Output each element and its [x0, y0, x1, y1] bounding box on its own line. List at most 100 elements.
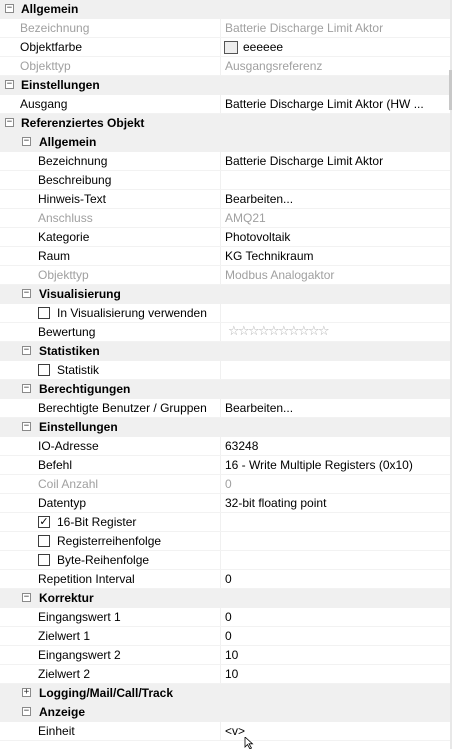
prop-name: Datentyp [38, 496, 87, 510]
collapse-icon[interactable]: − [5, 80, 14, 89]
prop-ref-raum[interactable]: Raum KG Technikraum [0, 247, 450, 266]
prop-ausgang[interactable]: Ausgang Batterie Discharge Limit Aktor (… [0, 95, 450, 114]
registerreihenfolge-checkbox[interactable] [38, 535, 50, 547]
collapse-icon[interactable]: − [22, 346, 31, 355]
star-icon[interactable]: ☆ [318, 324, 330, 339]
subcategory-allgemein[interactable]: − Allgemein [0, 133, 450, 152]
prop-berechtigte-benutzer[interactable]: Berechtigte Benutzer / Gruppen Bearbeite… [0, 399, 450, 418]
prop-name: Hinweis-Text [38, 192, 107, 206]
prop-value: 0 [225, 477, 232, 491]
category-label: Einstellungen [21, 78, 100, 92]
edit-link[interactable]: Bearbeiten... [225, 401, 435, 415]
category-label: Einstellungen [39, 420, 118, 434]
prop-bezeichnung[interactable]: Bezeichnung Batterie Discharge Limit Akt… [0, 19, 450, 38]
prop-statistik[interactable]: Statistik [0, 361, 450, 380]
star-icon[interactable]: ☆ [298, 324, 310, 339]
category-referenziertes-objekt[interactable]: − Referenziertes Objekt [0, 114, 450, 133]
prop-name: Kategorie [38, 230, 90, 244]
prop-repetition-interval[interactable]: Repetition Interval 0 [0, 570, 450, 589]
collapse-icon[interactable]: − [22, 137, 31, 146]
prop-ref-objekttyp[interactable]: Objekttyp Modbus Analogaktor [0, 266, 450, 285]
prop-name: Bezeichnung [20, 21, 90, 35]
star-icon[interactable]: ☆ [248, 324, 260, 339]
checkbox-label: In Visualisierung verwenden [57, 306, 207, 320]
collapse-icon[interactable]: − [22, 384, 31, 393]
prop-value[interactable]: 10 [225, 667, 435, 681]
prop-byte-reihenfolge[interactable]: Byte-Reihenfolge [0, 551, 450, 570]
rating-stars[interactable]: ☆ ☆ ☆ ☆ ☆ ☆ ☆ ☆ ☆ ☆ [228, 324, 330, 339]
category-label: Berechtigungen [39, 382, 131, 396]
prop-value[interactable]: KG Technikraum [225, 249, 435, 263]
edit-link[interactable]: Bearbeiten... [225, 192, 435, 206]
subcategory-berechtigungen[interactable]: − Berechtigungen [0, 380, 450, 399]
prop-value[interactable]: Batterie Discharge Limit Aktor [225, 154, 435, 168]
category-label: Allgemein [39, 135, 97, 149]
prop-value[interactable]: 32-bit floating point [225, 496, 435, 510]
category-label: Korrektur [39, 591, 94, 605]
checkbox-label: Registerreihenfolge [57, 534, 162, 548]
prop-eingangswert-2[interactable]: Eingangswert 2 10 [0, 646, 450, 665]
collapse-icon[interactable]: − [22, 422, 31, 431]
category-allgemein[interactable]: − Allgemein [0, 0, 450, 19]
prop-value[interactable]: 10 [225, 648, 435, 662]
prop-value[interactable]: Photovoltaik [225, 230, 435, 244]
collapse-icon[interactable]: − [5, 118, 14, 127]
prop-value[interactable]: 16 - Write Multiple Registers (0x10) [225, 458, 435, 472]
collapse-icon[interactable]: − [22, 593, 31, 602]
subcategory-statistiken[interactable]: − Statistiken [0, 342, 450, 361]
prop-value[interactable]: 0 [225, 610, 435, 624]
prop-in-visualisierung[interactable]: In Visualisierung verwenden [0, 304, 450, 323]
subcategory-visualisierung[interactable]: − Visualisierung [0, 285, 450, 304]
expand-icon[interactable]: + [22, 688, 31, 697]
subcategory-korrektur[interactable]: − Korrektur [0, 589, 450, 608]
prop-value[interactable]: Batterie Discharge Limit Aktor (HW ... [225, 97, 435, 111]
prop-objekttyp[interactable]: Objekttyp Ausgangsreferenz [0, 57, 450, 76]
prop-ref-bezeichnung[interactable]: Bezeichnung Batterie Discharge Limit Akt… [0, 152, 450, 171]
collapse-icon[interactable]: − [22, 707, 31, 716]
category-label: Statistiken [39, 344, 100, 358]
prop-value[interactable]: <v> [225, 724, 435, 738]
prop-einheit[interactable]: Einheit <v> [0, 722, 450, 741]
star-icon[interactable]: ☆ [228, 324, 240, 339]
collapse-icon[interactable]: − [22, 289, 31, 298]
byte-reihenfolge-checkbox[interactable] [38, 554, 50, 566]
subcategory-einstellungen[interactable]: − Einstellungen [0, 418, 450, 437]
prop-name: Eingangswert 2 [38, 648, 121, 662]
prop-io-adresse[interactable]: IO-Adresse 63248 [0, 437, 450, 456]
prop-datentyp[interactable]: Datentyp 32-bit floating point [0, 494, 450, 513]
prop-ref-anschluss[interactable]: Anschluss AMQ21 [0, 209, 450, 228]
color-swatch[interactable] [224, 41, 238, 54]
prop-name: Einheit [38, 724, 75, 738]
prop-value: Ausgangsreferenz [225, 59, 323, 73]
prop-ref-kategorie[interactable]: Kategorie Photovoltaik [0, 228, 450, 247]
in-visualisierung-checkbox[interactable] [38, 307, 50, 319]
statistik-checkbox[interactable] [38, 364, 50, 376]
prop-zielwert-1[interactable]: Zielwert 1 0 [0, 627, 450, 646]
prop-value[interactable]: 63248 [225, 439, 435, 453]
prop-value[interactable]: 0 [225, 629, 435, 643]
prop-ref-beschreibung[interactable]: Beschreibung [0, 171, 450, 190]
star-icon[interactable]: ☆ [258, 324, 270, 339]
prop-befehl[interactable]: Befehl 16 - Write Multiple Registers (0x… [0, 456, 450, 475]
collapse-icon[interactable]: − [5, 4, 14, 13]
star-icon[interactable]: ☆ [288, 324, 300, 339]
prop-name: Ausgang [20, 97, 68, 111]
star-icon[interactable]: ☆ [238, 324, 250, 339]
prop-coil-anzahl[interactable]: Coil Anzahl 0 [0, 475, 450, 494]
star-icon[interactable]: ☆ [308, 324, 320, 339]
prop-ref-hinweis[interactable]: Hinweis-Text Bearbeiten... [0, 190, 450, 209]
prop-zielwert-2[interactable]: Zielwert 2 10 [0, 665, 450, 684]
prop-eingangswert-1[interactable]: Eingangswert 1 0 [0, 608, 450, 627]
star-icon[interactable]: ☆ [268, 324, 280, 339]
prop-objektfarbe[interactable]: Objektfarbe eeeeee [0, 38, 450, 57]
star-icon[interactable]: ☆ [278, 324, 290, 339]
prop-value[interactable]: 0 [225, 572, 435, 586]
prop-16bit-register[interactable]: ✓ 16-Bit Register [0, 513, 450, 532]
category-einstellungen[interactable]: − Einstellungen [0, 76, 450, 95]
prop-bewertung[interactable]: Bewertung ☆ ☆ ☆ ☆ ☆ ☆ ☆ ☆ ☆ ☆ [0, 323, 450, 342]
subcategory-anzeige[interactable]: − Anzeige [0, 703, 450, 722]
subcategory-logging[interactable]: + Logging/Mail/Call/Track [0, 684, 450, 703]
bit16-register-checkbox[interactable]: ✓ [38, 516, 50, 528]
prop-registerreihenfolge[interactable]: Registerreihenfolge [0, 532, 450, 551]
checkbox-label: 16-Bit Register [57, 515, 137, 529]
